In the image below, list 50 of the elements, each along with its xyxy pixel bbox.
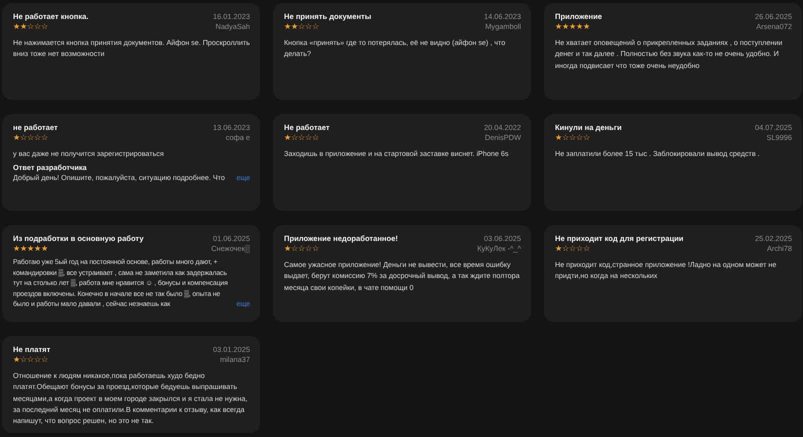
star-icon: ★ (41, 244, 48, 253)
star-icon: ☆ (27, 355, 34, 364)
star-icon: ☆ (305, 244, 312, 253)
star-icon: ★ (13, 22, 20, 31)
star-icon: ★ (583, 22, 590, 31)
star-icon: ☆ (312, 22, 319, 31)
star-icon: ★ (284, 133, 291, 142)
star-icon: ★ (34, 244, 41, 253)
star-icon: ☆ (569, 244, 576, 253)
star-icon: ★ (20, 22, 27, 31)
star-icon: ☆ (583, 244, 590, 253)
star-icon: ★ (13, 133, 20, 142)
star-icon: ☆ (576, 133, 583, 142)
star-icon: ★ (562, 22, 569, 31)
star-icon: ☆ (298, 22, 305, 31)
star-icon: ☆ (41, 355, 48, 364)
star-icon: ☆ (298, 244, 305, 253)
star-icon: ☆ (583, 133, 590, 142)
star-icon: ☆ (34, 355, 41, 364)
star-icon: ★ (576, 22, 583, 31)
star-icon: ★ (555, 133, 562, 142)
star-icon: ☆ (562, 244, 569, 253)
star-icon: ☆ (291, 133, 298, 142)
star-icon: ☆ (27, 133, 34, 142)
star-icon: ☆ (20, 133, 27, 142)
star-icon: ☆ (312, 244, 319, 253)
star-icon: ☆ (576, 244, 583, 253)
star-icon: ☆ (20, 355, 27, 364)
star-icon: ☆ (34, 133, 41, 142)
star-icon: ★ (13, 355, 20, 364)
star-icon: ☆ (305, 22, 312, 31)
star-icon: ★ (569, 22, 576, 31)
star-icon: ★ (20, 244, 27, 253)
star-icon: ☆ (41, 133, 48, 142)
star-icon: ☆ (312, 133, 319, 142)
star-icon: ★ (284, 22, 291, 31)
star-icon: ☆ (34, 22, 41, 31)
star-icon: ☆ (27, 22, 34, 31)
star-icon: ☆ (569, 133, 576, 142)
star-icon: ☆ (305, 133, 312, 142)
star-icon: ☆ (298, 133, 305, 142)
star-icon: ★ (27, 244, 34, 253)
star-icon: ☆ (562, 133, 569, 142)
star-icon: ★ (13, 244, 20, 253)
star-icon: ★ (291, 22, 298, 31)
star-icon: ☆ (41, 22, 48, 31)
star-icon: ★ (284, 244, 291, 253)
star-icon: ★ (555, 244, 562, 253)
star-icon: ★ (555, 22, 562, 31)
star-icon: ☆ (291, 244, 298, 253)
